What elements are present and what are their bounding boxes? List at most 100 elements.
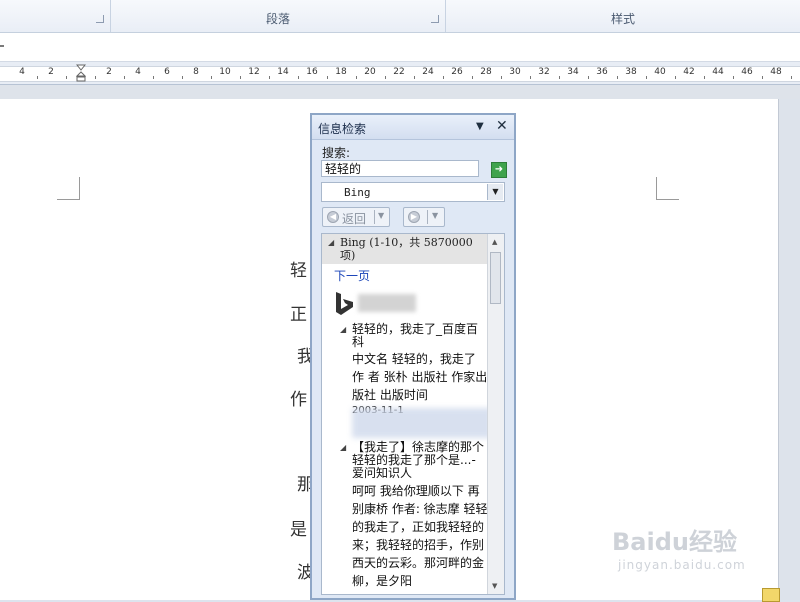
ruler-tick-label: 10	[219, 67, 231, 77]
results-header[interactable]: ◢ Bing (1-10，共 5870000 项)	[322, 234, 488, 264]
result-title[interactable]: 轻轻的，我走了_百度百科	[352, 323, 488, 349]
results-scrollbar[interactable]: ▲ ▼	[487, 234, 504, 594]
back-arrow-icon: ◀	[327, 211, 339, 223]
ruler-tick-mark	[558, 76, 560, 79]
dropdown-triangle-icon[interactable]: ▼	[476, 121, 484, 132]
document-text: 是	[290, 520, 307, 540]
indent-marker-icon[interactable]	[76, 64, 86, 82]
split-divider	[374, 210, 375, 224]
ruler-tick-label: 6	[164, 67, 170, 77]
ruler-tick-mark	[442, 76, 444, 79]
ruler-tick-label: 2	[48, 67, 54, 77]
toolbar-marker	[0, 45, 4, 47]
result-snippet: 呵呵 我给你理顺以下 再别康桥 作者: 徐志摩 轻轻的我走了，正如我轻轻的来；我…	[352, 484, 488, 588]
margin-corner-mark	[656, 177, 679, 200]
ruler-tick-mark	[732, 76, 734, 79]
ruler-tick-mark	[761, 76, 763, 79]
ruler-tick-label: 4	[135, 67, 141, 77]
dialog-launcher-icon[interactable]	[431, 15, 439, 23]
ruler-tick-mark	[326, 76, 328, 79]
ruler-tick-label: 32	[538, 67, 550, 77]
ruler-tick-label: 4	[19, 67, 25, 77]
ruler-tick-label: 22	[393, 67, 405, 77]
chevron-down-icon[interactable]: ▼	[432, 211, 438, 220]
ribbon: 段落 样式	[0, 0, 800, 33]
ruler-tick-mark	[36, 76, 38, 79]
source-selected: Bing	[344, 186, 371, 199]
results-header-text: Bing (1-10，共 5870000 项)	[340, 236, 473, 262]
ruler-tick-mark	[471, 76, 473, 79]
ruler-tick-label: 18	[335, 67, 347, 77]
forward-button[interactable]: ▶ ▼	[403, 207, 445, 227]
research-pane: 信息检索 ▼ ✕ 搜索: 轻轻的 ➜ Bing ▼ ◀ 返回 ▼ ▶ ▼ ◢ B…	[310, 113, 516, 600]
toolbar-strip	[0, 33, 800, 62]
ruler-tick-mark	[210, 76, 212, 79]
ruler-tick-mark	[384, 76, 386, 79]
ruler-tick-mark	[181, 76, 183, 79]
back-button[interactable]: ◀ 返回 ▼	[322, 207, 390, 227]
chevron-down-icon[interactable]: ▼	[487, 184, 503, 200]
scroll-thumb[interactable]	[490, 252, 501, 304]
ruler-tick-mark	[674, 76, 676, 79]
close-icon[interactable]: ✕	[496, 118, 508, 134]
results-list[interactable]: ◢ Bing (1-10，共 5870000 项) 下一页 ◢ 轻轻的，我走了_…	[321, 233, 505, 595]
ruler-tick-label: 28	[480, 67, 492, 77]
search-input[interactable]: 轻轻的	[321, 160, 479, 177]
bing-logo-icon	[336, 292, 353, 315]
paragraph-group-label: 段落	[265, 12, 290, 26]
forward-arrow-icon: ▶	[408, 211, 420, 223]
horizontal-ruler[interactable]: 4 2 2 4 6 8 10 12 14 16 18 20 22 24 26 28 30 32 34 36 38 40 42…	[0, 62, 800, 85]
ruler-tick-mark	[500, 76, 502, 79]
next-page-link[interactable]: 下一页	[334, 267, 370, 284]
dialog-launcher-icon[interactable]	[96, 15, 104, 23]
search-label: 搜索:	[322, 146, 351, 160]
ruler-tick-label: 16	[306, 67, 318, 77]
ruler-tick-mark	[239, 76, 241, 79]
ruler-tick-mark	[268, 76, 270, 79]
watermark-url: jingyan.baidu.com	[618, 558, 746, 572]
split-divider	[427, 210, 428, 224]
ribbon-group-paragraph: 段落	[111, 0, 446, 32]
result-snippet: 中文名 轻轻的，我走了 作 者 张朴 出版社 作家出版社 出版时间	[352, 352, 488, 402]
ruler-tick-mark	[587, 76, 589, 79]
ruler-tick-label: 48	[770, 67, 782, 77]
pane-title-bar[interactable]: 信息检索 ▼ ✕	[312, 115, 514, 140]
ruler-tick-label: 26	[451, 67, 463, 77]
ruler-tick-mark	[152, 76, 154, 79]
collapse-triangle-icon[interactable]: ◢	[340, 325, 346, 334]
collapse-triangle-icon[interactable]: ◢	[328, 238, 334, 247]
result-title[interactable]: 【我走了】徐志摩的那个轻轻的我走了那个是...- 爱问知识人	[352, 441, 488, 480]
ruler-scale: 4 2 2 4 6 8 10 12 14 16 18 20 22 24 26 28 30 32 34 36 38 40 42…	[0, 66, 800, 82]
vertical-scrollbar[interactable]	[780, 99, 800, 600]
ruler-tick-mark	[355, 76, 357, 79]
collapse-triangle-icon[interactable]: ◢	[340, 443, 346, 452]
margin-corner-mark	[57, 177, 80, 200]
ruler-tick-label: 24	[422, 67, 434, 77]
ruler-tick-label: 14	[277, 67, 289, 77]
ruler-tick-label: 44	[712, 67, 724, 77]
ruler-tick-mark	[616, 76, 618, 79]
ruler-tick-label: 20	[364, 67, 376, 77]
blurred-logo-text	[358, 294, 416, 312]
go-arrow-icon[interactable]: ➜	[491, 162, 507, 178]
document-text: 轻	[290, 261, 307, 281]
ribbon-group-font	[0, 0, 111, 32]
ruler-tick-label: 40	[654, 67, 666, 77]
ruler-tick-mark	[94, 76, 96, 79]
document-text: 正	[290, 305, 307, 325]
scroll-up-icon[interactable]: ▲	[492, 238, 497, 246]
chevron-down-icon[interactable]: ▼	[378, 211, 384, 220]
ruler-tick-label: 12	[248, 67, 260, 77]
ruler-tick-mark	[123, 76, 125, 79]
ruler-tick-mark	[645, 76, 647, 79]
ruler-tick-label: 2	[106, 67, 112, 77]
scroll-down-icon[interactable]: ▼	[492, 582, 497, 590]
ruler-tick-mark	[413, 76, 415, 79]
ruler-tick-label: 38	[625, 67, 637, 77]
blurred-region	[352, 408, 492, 438]
source-select[interactable]: Bing ▼	[321, 182, 505, 202]
ruler-tick-mark	[790, 76, 792, 79]
ruler-tick-label: 42	[683, 67, 695, 77]
back-label: 返回	[342, 212, 367, 226]
pane-title: 信息检索	[318, 122, 367, 136]
